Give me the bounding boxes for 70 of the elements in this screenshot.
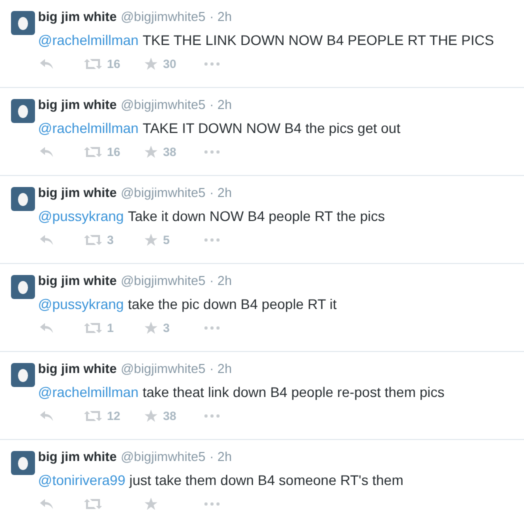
retweet-icon[interactable] (84, 410, 102, 422)
tweet-text: take the pic down B4 people RT it (128, 296, 337, 312)
more-icon[interactable] (204, 414, 220, 418)
reply-icon[interactable] (40, 59, 54, 69)
tweet-time[interactable]: · 2h (209, 273, 232, 289)
retweet-icon[interactable] (84, 498, 102, 510)
reply-icon[interactable] (40, 323, 54, 333)
user-handle: @bigjimwhite5 (120, 273, 206, 289)
tweet-text: just take them down B4 someone RT's them (129, 472, 404, 488)
user-handle: @bigjimwhite5 (120, 97, 206, 113)
user-name[interactable]: big jim white (38, 9, 117, 25)
egg-avatar-icon[interactable] (11, 451, 35, 475)
user-name[interactable]: big jim white (38, 97, 117, 113)
egg-avatar-icon[interactable] (11, 11, 35, 35)
reply-icon[interactable] (40, 147, 54, 157)
user-name[interactable]: big jim white (38, 185, 117, 201)
egg-avatar-icon[interactable] (11, 99, 35, 123)
favorite-count: 30 (163, 57, 176, 71)
star-icon[interactable] (144, 321, 158, 335)
reply-icon[interactable] (40, 411, 54, 421)
favorite-count: 38 (163, 145, 176, 159)
mention-link[interactable]: @tonirivera99 (38, 472, 126, 488)
egg-avatar-icon[interactable] (11, 363, 35, 387)
user-name[interactable]: big jim white (38, 273, 117, 289)
star-icon[interactable] (144, 409, 158, 423)
retweet-count: 3 (107, 233, 114, 247)
tweet-time[interactable]: · 2h (209, 185, 232, 201)
reply-icon[interactable] (40, 499, 54, 509)
reply-icon[interactable] (40, 235, 54, 245)
tweet-text: TAKE IT DOWN NOW B4 the pics get out (142, 120, 400, 136)
egg-avatar-icon[interactable] (11, 275, 35, 299)
mention-link[interactable]: @rachelmillman (38, 32, 139, 48)
more-icon[interactable] (204, 150, 220, 154)
retweet-count: 16 (107, 145, 120, 159)
user-handle: @bigjimwhite5 (120, 185, 206, 201)
retweet-count: 12 (107, 409, 120, 423)
retweet-icon[interactable] (84, 58, 102, 70)
more-icon[interactable] (204, 326, 220, 330)
favorite-count: 5 (163, 233, 170, 247)
retweet-icon[interactable] (84, 234, 102, 246)
favorite-count: 3 (163, 321, 170, 335)
user-handle: @bigjimwhite5 (120, 9, 206, 25)
favorite-count: 38 (163, 409, 176, 423)
user-name[interactable]: big jim white (38, 449, 117, 465)
user-handle: @bigjimwhite5 (120, 449, 206, 465)
tweet-time[interactable]: · 2h (209, 97, 232, 113)
mention-link[interactable]: @rachelmillman (38, 384, 139, 400)
egg-avatar-icon[interactable] (11, 187, 35, 211)
more-icon[interactable] (204, 238, 220, 242)
more-icon[interactable] (204, 62, 220, 66)
tweet-text: take theat link down B4 people re-post them pics (142, 384, 445, 400)
tweet-text: TKE THE LINK DOWN NOW B4 PEOPLE RT THE PICS (142, 32, 494, 48)
tweet-text: Take it down NOW B4 people RT the pics (128, 208, 385, 224)
retweet-count: 16 (107, 57, 120, 71)
tweet-time[interactable]: · 2h (209, 449, 232, 465)
star-icon[interactable] (144, 233, 158, 247)
tweet-time[interactable]: · 2h (209, 9, 232, 25)
mention-link[interactable]: @pussykrang (38, 208, 124, 224)
star-icon[interactable] (144, 145, 158, 159)
retweet-count: 1 (107, 321, 114, 335)
user-name[interactable]: big jim white (38, 361, 117, 377)
more-icon[interactable] (204, 502, 220, 506)
star-icon[interactable] (144, 57, 158, 71)
tweet-time[interactable]: · 2h (209, 361, 232, 377)
mention-link[interactable]: @pussykrang (38, 296, 124, 312)
user-handle: @bigjimwhite5 (120, 361, 206, 377)
mention-link[interactable]: @rachelmillman (38, 120, 139, 136)
retweet-icon[interactable] (84, 322, 102, 334)
retweet-icon[interactable] (84, 146, 102, 158)
star-icon[interactable] (144, 497, 158, 510)
